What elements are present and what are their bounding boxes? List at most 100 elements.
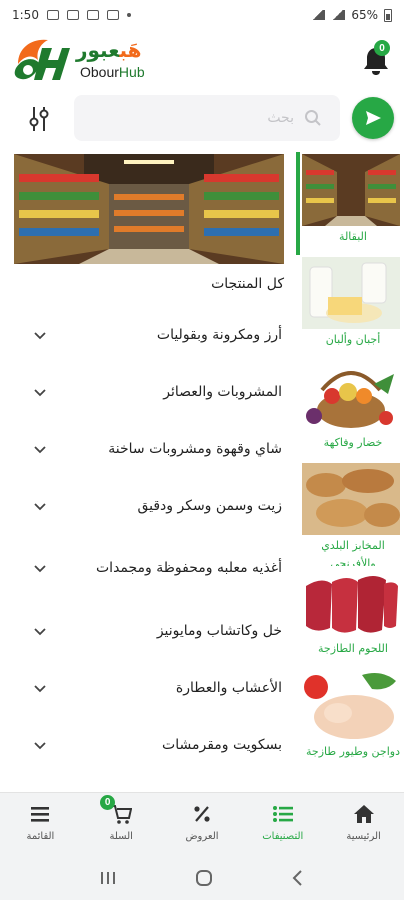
nav-offers[interactable]: العروض [162,793,243,856]
category-label: المشروبات والعصائر [163,383,282,400]
sidebar-item-label: دواجن وطيور طازجة [306,745,400,758]
category-label: شاي وقهوة ومشروبات ساخنة [108,440,282,457]
search-row [0,93,404,143]
search-icon [305,110,321,126]
battery-percent: 65% [351,8,378,22]
nav-label: العروض [185,831,219,842]
red-meat-thumbnail [302,566,400,638]
telegram-notification-icon-2 [86,10,99,20]
cart-icon-wrap: 0 [100,795,133,825]
category-row[interactable]: بسكويت ومقرمشات [22,716,284,773]
search-input[interactable] [84,95,294,141]
nav-menu[interactable]: القائمة [0,793,81,856]
signal-icon-2 [331,10,346,20]
status-right: 65% [299,8,392,22]
grocery-image [302,154,400,226]
logo-english-text: ObourHub [80,64,145,80]
search-box [74,95,340,141]
sidebar-item-label: خضار وفاكهة [323,436,383,449]
bread-thumbnail [302,463,400,535]
nav-categories[interactable]: التصنيفات [242,793,323,856]
filter-button[interactable] [22,101,56,137]
more-notifications-icon [126,13,131,17]
category-label: الأعشاب والعطارة [175,679,282,696]
mail-notification-icon [106,10,119,20]
status-bar: 1:50 65% [0,0,404,30]
chevron-down-icon [34,331,46,339]
dairy-image [302,257,400,329]
category-label: أرز ومكرونة وبقوليات [156,326,282,343]
sidebar-item-meat[interactable]: اللحوم الطازجة [296,564,404,667]
active-indicator [296,152,300,255]
poultry-thumbnail [302,669,400,741]
vegetables-image [302,360,400,432]
recent-apps-icon[interactable] [99,870,117,886]
sidebar-item-dairy[interactable]: أجبان وألبان [296,255,404,358]
chevron-down-icon [34,445,46,453]
logo-arabic-part-2: هَب [119,38,142,62]
sidebar-item-vegetables-fruit[interactable]: خضار وفاكهة [296,358,404,461]
notification-count-badge: 0 [374,40,390,56]
chevron-down-icon [34,684,46,692]
sidebar-item-label: اللحوم الطازجة [318,642,388,655]
app-screen: 1:50 65% هَبعبور ObourHub 0 بحث كل المنت… [0,0,404,900]
send-arrow-icon [366,111,381,125]
gallery-notification-icon [46,10,59,20]
telegram-notification-icon [66,10,79,20]
category-row[interactable]: خل وكاتشاب ومايونيز [22,602,284,659]
sidebar-item-label: أجبان وألبان [325,333,381,346]
nav-label: الرئيسية [346,831,381,842]
sidebar-item-label: البقالة [339,230,367,243]
category-row[interactable]: أرز ومكرونة وبقوليات [22,306,284,363]
sidebar-item-bakery[interactable]: المخابز البلدي والأفرنجي [296,461,404,570]
category-row[interactable]: أغذيه معلبه ومحفوظة ومجمدات [22,534,284,602]
logo-english-part-2: Hub [118,64,145,80]
poultry-image [302,669,400,741]
all-products-label[interactable]: كل المنتجات [211,276,284,292]
chevron-down-icon [34,388,46,396]
grocery-aisle-thumbnail [302,154,400,226]
nav-home[interactable]: الرئيسية [323,793,404,856]
meat-image [302,566,400,638]
notifications-button[interactable]: 0 [360,40,392,78]
nav-label: القائمة [26,831,55,842]
supermarket-aisle-image [14,154,284,264]
app-header: هَبعبور ObourHub 0 [0,30,404,88]
home-icon [353,805,374,823]
nav-label: التصنيفات [262,831,304,842]
category-banner-image [14,154,284,264]
category-row[interactable]: زيت وسمن وسكر ودقيق [22,477,284,534]
category-row[interactable]: الأعشاب والعطارة [22,659,284,716]
search-submit-button[interactable] [352,97,394,139]
sliders-icon [29,107,49,131]
bottom-navigation: القائمة 0 السلة العروض التصنيفات الرئيسي… [0,792,404,856]
sidebar-item-grocery[interactable]: البقالة [296,152,404,255]
sidebar-item-poultry[interactable]: دواجن وطيور طازجة [296,667,404,770]
category-row[interactable]: شاي وقهوة ومشروبات ساخنة [22,420,284,477]
categories-icon [272,806,293,822]
system-navigation-bar [0,856,404,900]
chevron-down-icon [34,502,46,510]
category-list: أرز ومكرونة وبقوليات المشروبات والعصائر … [22,306,284,773]
status-left: 1:50 [12,8,131,22]
nav-cart[interactable]: 0 السلة [81,793,162,856]
chevron-down-icon [34,627,46,635]
category-label: زيت وسمن وسكر ودقيق [137,497,282,514]
obourhub-logo[interactable]: هَبعبور ObourHub [14,34,164,84]
percent-icon [194,806,210,822]
category-row[interactable]: المشروبات والعصائر [22,363,284,420]
menu-icon [31,807,50,822]
logo-english-part-1: Obour [80,64,119,80]
category-sidebar: البقالة أجبان وألبان خضار وفاكهة المخابز… [296,152,404,777]
chevron-down-icon [34,565,46,573]
logo-mark-icon [14,39,70,80]
home-button-icon[interactable] [194,868,214,888]
signal-icon [311,10,326,20]
category-label: بسكويت ومقرمشات [162,736,282,753]
status-time: 1:50 [12,8,39,22]
logo-arabic-text: هَبعبور [76,38,142,62]
back-icon[interactable] [291,869,305,887]
dairy-thumbnail [302,257,400,329]
logo-arabic-part-1: عبور [76,38,120,62]
vegetables-basket-thumbnail [302,360,400,432]
